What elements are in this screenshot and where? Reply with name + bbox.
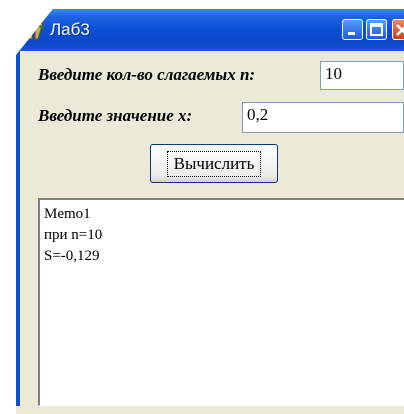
close-button[interactable]	[392, 19, 404, 40]
app-window: Лаб3 Введите кол-во слагаемых n: 10 Введ…	[16, 9, 404, 414]
x-input[interactable]: 0,2	[242, 102, 404, 133]
memo-output[interactable]: Memo1 при n=10 S=-0,129	[38, 198, 404, 406]
maximize-icon	[370, 23, 383, 36]
calculate-button-label: Вычислить	[166, 150, 262, 177]
title-bar[interactable]: Лаб3	[16, 9, 404, 51]
n-label: Введите кол-во слагаемых n:	[38, 65, 256, 84]
memo-line: при n=10	[44, 227, 103, 243]
minimize-button[interactable]	[342, 19, 363, 40]
x-label: Введите значение x:	[38, 106, 193, 125]
window-bottom-edge	[16, 406, 404, 414]
minimize-icon	[348, 32, 355, 35]
maximize-button[interactable]	[366, 19, 387, 40]
window-frame-left	[16, 51, 20, 414]
page-corner-fold	[0, 0, 60, 75]
close-icon	[396, 24, 404, 36]
calculate-button[interactable]: Вычислить	[150, 144, 278, 183]
n-input[interactable]: 10	[320, 61, 404, 90]
memo-line: Memo1	[44, 206, 91, 222]
memo-line: S=-0,129	[44, 248, 100, 264]
